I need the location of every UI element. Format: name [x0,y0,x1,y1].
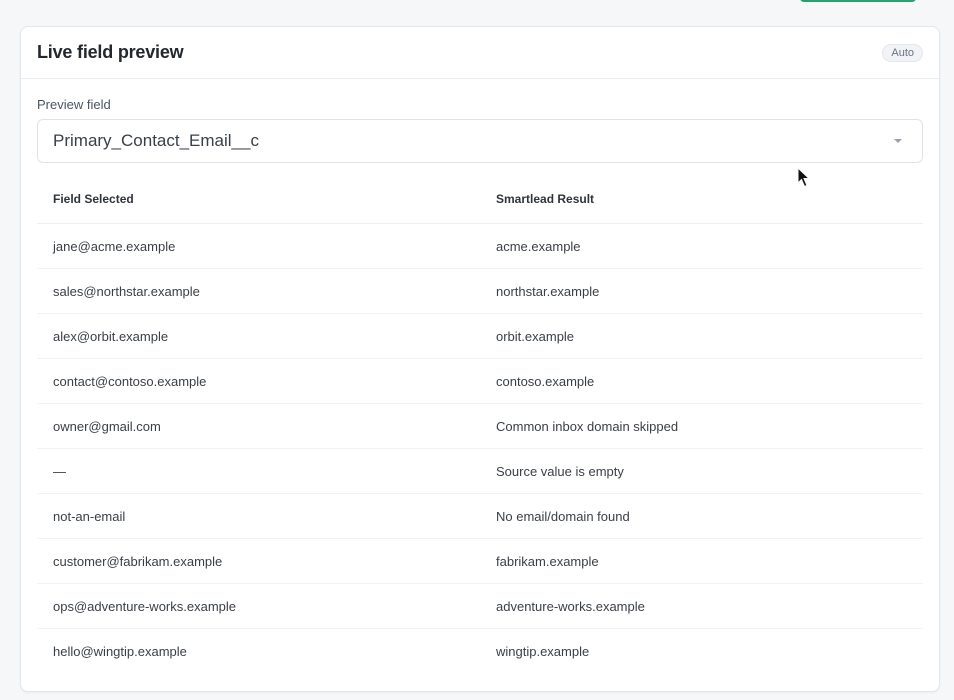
field-selected-cell: owner@gmail.com [37,403,480,449]
field-selected-cell: not-an-email [37,493,480,539]
smartlead-result-cell: orbit.example [480,313,923,359]
field-selected-cell: hello@wingtip.example [53,643,187,659]
field-selected-cell: ops@adventure-works.example [37,583,480,629]
smartlead-result-cell: Common inbox domain skipped [480,403,923,449]
smartlead-result-cell: wingtip.example [496,643,590,659]
smartlead-result-cell: No email/domain found [480,493,923,539]
top-action-button-edge[interactable] [800,0,916,2]
mouse-pointer-icon [797,167,811,188]
field-selected-cell: contact@contoso.example [37,358,480,404]
live-field-preview-panel: Live field preview Auto Preview field Pr… [20,26,940,692]
table-row: — Source value is empty [37,448,923,494]
table-header-row: Field Selected Smartlead Result [37,175,923,224]
panel-title: Live field preview [37,42,184,62]
field-selected-cell: — [37,448,480,494]
table-row: owner@gmail.com Common inbox domain skipp… [37,403,923,449]
smartlead-result-cell: Source value is empty [480,448,923,494]
table-row: sales@northstar.example northstar.example [37,268,923,314]
smartlead-result-cell: northstar.example [480,268,923,314]
smartlead-result-cell: adventure-works.example [480,583,923,629]
preview-table: Field Selected Smartlead Result jane@acm… [37,175,923,673]
table-row: contact@contoso.example contoso.example [37,358,923,404]
field-selected-cell: sales@northstar.example [37,268,480,314]
chevron-down-icon [894,139,902,143]
table-row: ops@adventure-works.example adventure-wor… [37,583,923,629]
preview-field-select[interactable]: Primary_Contact_Email__c [37,119,923,163]
table-row: not-an-email No email/domain found [37,493,923,539]
table-row: jane@acme.example acme.example [37,223,923,269]
field-selected-cell: alex@orbit.example [37,313,480,359]
table-row: hello@wingtip.example wingtip.example [37,629,923,674]
table-row: alex@orbit.example orbit.example [37,313,923,359]
field-selected-cell: jane@acme.example [37,223,480,269]
smartlead-result-cell: fabrikam.example [480,538,923,584]
smartlead-result-cell: acme.example [480,223,923,269]
column-header-smartlead-result: Smartlead Result [480,175,923,224]
panel-header: Live field preview Auto [21,27,939,79]
column-header-field-selected: Field Selected [37,175,480,224]
table-row: customer@fabrikam.example fabrikam.exampl… [37,538,923,584]
preview-field-label: Preview field [37,97,111,112]
field-selected-cell: customer@fabrikam.example [37,538,480,584]
auto-badge: Auto [882,43,923,62]
smartlead-result-cell: contoso.example [480,358,923,404]
preview-field-value: Primary_Contact_Email__c [53,131,259,150]
